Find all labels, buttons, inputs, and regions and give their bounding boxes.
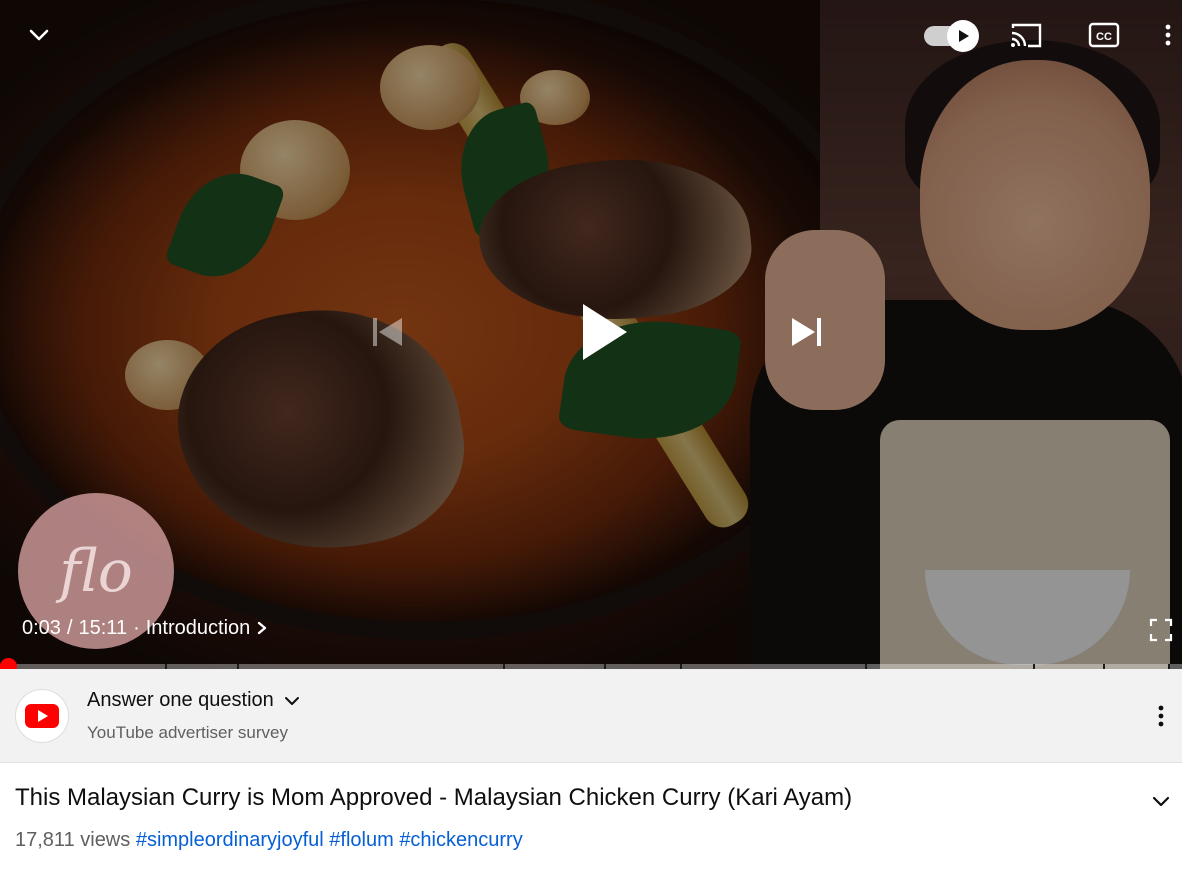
chapter-title: Introduction bbox=[145, 616, 251, 639]
youtube-logo-icon bbox=[25, 704, 59, 728]
autoplay-toggle[interactable] bbox=[924, 20, 980, 52]
video-meta: 17,811 views #simpleordinaryjoyful #flol… bbox=[15, 829, 523, 852]
video-title[interactable]: This Malaysian Curry is Mom Approved - M… bbox=[15, 784, 852, 812]
survey-title-button[interactable]: Answer one question bbox=[87, 689, 302, 712]
advertiser-avatar bbox=[15, 689, 69, 743]
chevron-down-icon bbox=[1152, 796, 1170, 807]
hashtag-link[interactable]: #simpleordinaryjoyful bbox=[136, 829, 324, 851]
video-player[interactable]: flo CC 0:03 / 15:11 · Introduction bbox=[0, 0, 1182, 669]
view-count: 17,811 views bbox=[15, 829, 131, 851]
chevron-down-icon bbox=[29, 29, 49, 41]
previous-icon bbox=[373, 318, 402, 346]
minimize-button[interactable] bbox=[22, 20, 56, 50]
ad-more-button[interactable] bbox=[1151, 702, 1171, 730]
scrubber-handle[interactable] bbox=[0, 658, 17, 669]
hashtag-link[interactable]: #flolum bbox=[329, 829, 393, 851]
more-vert-icon bbox=[1158, 705, 1164, 727]
captions-button[interactable]: CC bbox=[1088, 20, 1120, 50]
fullscreen-icon bbox=[1149, 618, 1173, 642]
previous-button[interactable] bbox=[368, 312, 408, 352]
chapter-button[interactable]: Introduction bbox=[146, 617, 271, 640]
duration: 15:11 bbox=[78, 616, 128, 639]
watermark-text: flo bbox=[59, 537, 133, 605]
next-icon bbox=[792, 318, 821, 346]
survey-subtitle: YouTube advertiser survey bbox=[87, 723, 288, 742]
time-display: 0:03 / 15:11 · Introduction bbox=[22, 615, 270, 641]
player-more-button[interactable] bbox=[1158, 20, 1178, 50]
chevron-down-icon bbox=[284, 696, 299, 705]
cast-button[interactable] bbox=[1008, 20, 1044, 50]
cast-icon bbox=[1011, 23, 1042, 48]
expand-description-button[interactable] bbox=[1148, 788, 1174, 814]
closed-captions-icon: CC bbox=[1088, 22, 1120, 48]
chapter-separator: · bbox=[133, 616, 140, 639]
survey-title: Answer one question bbox=[87, 689, 274, 711]
play-button[interactable] bbox=[575, 300, 635, 364]
chevron-right-icon bbox=[258, 621, 267, 635]
fullscreen-button[interactable] bbox=[1148, 617, 1174, 643]
current-time: 0:03 bbox=[22, 616, 61, 639]
next-button[interactable] bbox=[786, 312, 826, 352]
autoplay-toggle-icon bbox=[947, 20, 979, 52]
play-icon bbox=[583, 304, 627, 360]
time-separator: / bbox=[66, 616, 73, 639]
cc-label: CC bbox=[1096, 31, 1112, 43]
more-vert-icon bbox=[1165, 24, 1171, 46]
ad-survey-banner[interactable]: Answer one question YouTube advertiser s… bbox=[0, 669, 1182, 763]
hashtag-link[interactable]: #chickencurry bbox=[399, 829, 522, 851]
